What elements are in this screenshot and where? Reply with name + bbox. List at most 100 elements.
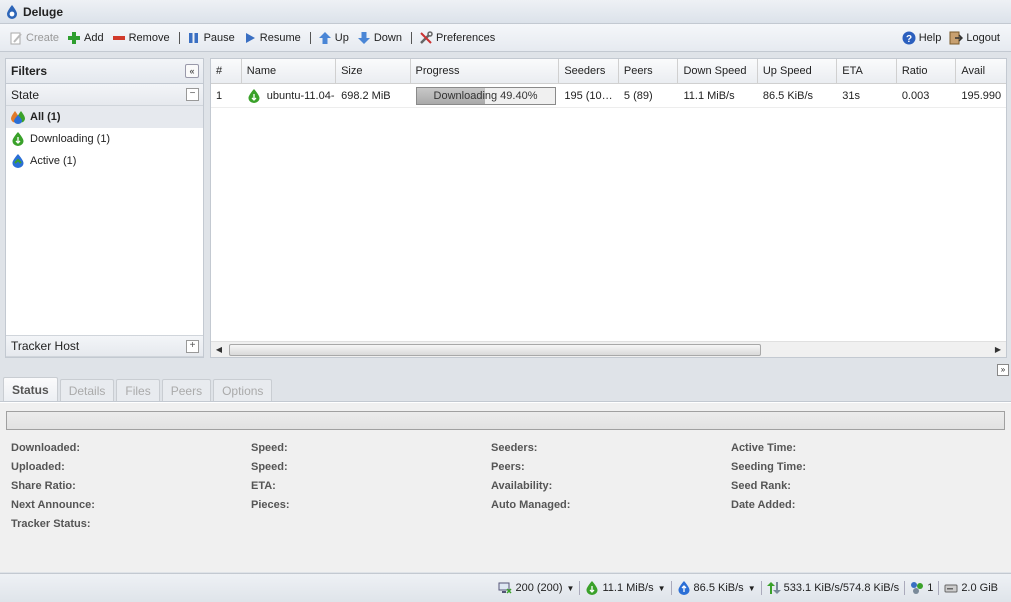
add-label: Add (84, 31, 104, 44)
seeders-label: Seeders: (491, 442, 538, 454)
details-column-4: Active Time: Seeding Time: Seed Rank: Da… (731, 442, 806, 518)
download-icon (586, 581, 598, 595)
toolbar-separator (178, 31, 180, 44)
arrow-down-icon (357, 31, 371, 45)
down-label: Down (373, 31, 402, 44)
horizontal-scrollbar[interactable]: ◀ ▶ (211, 341, 1006, 357)
filter-all[interactable]: All (1) (6, 106, 203, 128)
torrent-name: ubuntu-11.04- (266, 89, 335, 102)
collapse-details-icon[interactable]: » (997, 364, 1009, 376)
column-header-up-speed[interactable]: Up Speed (758, 59, 838, 83)
filter-active[interactable]: Active (1) (6, 150, 203, 172)
filters-panel: Filters « State − All (1) Downloading (1… (5, 58, 204, 358)
state-header-label: State (11, 87, 40, 102)
details-column-2: Speed: Speed: ETA: Pieces: (251, 442, 290, 518)
details-column-3: Seeders: Peers: Availability: Auto Manag… (491, 442, 570, 518)
traffic-icon (766, 582, 781, 594)
state-header[interactable]: State − (6, 84, 203, 106)
toolbar: Create Add Remove Pause Resume Up Down P… (0, 24, 1011, 52)
details-collapse-bar: » (0, 362, 1011, 378)
scroll-left-icon[interactable]: ◀ (213, 344, 225, 356)
tab-options[interactable]: Options (213, 379, 273, 401)
remove-button[interactable]: Remove (109, 27, 173, 49)
downloading-icon (12, 132, 24, 146)
column-header-ratio[interactable]: Ratio (897, 59, 957, 83)
status-details-panel: Downloaded: Uploaded: Share Ratio: Next … (0, 402, 1011, 572)
connections-value: 200 (200) (515, 582, 563, 594)
column-header-peers[interactable]: Peers (619, 59, 679, 83)
filter-all-label: All (1) (30, 111, 61, 123)
up-button[interactable]: Up (315, 27, 352, 49)
dht-status: 1 (905, 581, 938, 595)
tracker-host-label: Tracker Host (11, 339, 80, 353)
tab-status[interactable]: Status (3, 377, 58, 401)
traffic-value: 533.1 KiB/s/574.8 KiB/s (783, 582, 900, 594)
minus-icon (112, 31, 126, 45)
table-row[interactable]: 1 ubuntu-11.04- 698.2 MiB Downloading 49… (211, 84, 1006, 108)
toolbar-separator (410, 31, 412, 44)
scrollbar-thumb[interactable] (229, 344, 761, 356)
scroll-right-icon[interactable]: ▶ (992, 344, 1004, 356)
tab-files[interactable]: Files (116, 379, 160, 401)
column-header-number[interactable]: # (211, 59, 242, 83)
collapse-state-button[interactable]: − (186, 88, 199, 101)
downloading-icon (248, 88, 260, 103)
filter-downloading[interactable]: Downloading (1) (6, 128, 203, 150)
chevron-down-icon: ▼ (747, 583, 756, 593)
plus-icon (67, 31, 81, 45)
column-header-size[interactable]: Size (336, 59, 411, 83)
up-label: Up (334, 31, 349, 44)
peers-label: Peers: (491, 461, 525, 473)
torrent-ratio: 0.003 (901, 89, 930, 102)
torrent-size: 698.2 MiB (341, 89, 391, 102)
resume-label: Resume (259, 31, 301, 44)
expand-tracker-button[interactable]: + (186, 340, 199, 353)
column-header-name[interactable]: Name (242, 59, 337, 83)
torrent-number: 1 (216, 89, 223, 102)
download-speed-status[interactable]: 11.1 MiB/s ▼ (580, 581, 670, 595)
connections-status[interactable]: 200 (200) ▼ (493, 581, 579, 595)
pause-button[interactable]: Pause (184, 27, 238, 49)
traffic-status: 533.1 KiB/s/574.8 KiB/s (762, 581, 905, 595)
deluge-logo-icon (7, 4, 17, 19)
column-header-down-speed[interactable]: Down Speed (678, 59, 758, 83)
help-label: Help (918, 32, 942, 44)
availability-label: Availability: (491, 480, 553, 492)
preferences-button[interactable]: Preferences (416, 27, 498, 49)
logout-icon (949, 31, 964, 45)
column-header-avail[interactable]: Avail (956, 59, 1006, 83)
torrent-eta: 31s (842, 89, 860, 102)
column-header-seeders[interactable]: Seeders (559, 59, 619, 83)
column-header-eta[interactable]: ETA (837, 59, 897, 83)
torrent-down-speed: 11.1 MiB/s (683, 89, 735, 102)
pieces-label: Pieces: (251, 499, 290, 511)
seed-rank-label: Seed Rank: (731, 480, 791, 492)
column-header-progress[interactable]: Progress (411, 59, 560, 83)
add-button[interactable]: Add (64, 27, 107, 49)
upload-speed-status[interactable]: 86.5 KiB/s ▼ (672, 581, 761, 595)
tab-peers[interactable]: Peers (161, 379, 212, 401)
dht-nodes-icon (911, 582, 924, 594)
help-icon: ? (902, 31, 916, 45)
filter-downloading-label: Downloading (1) (30, 133, 111, 145)
tab-details[interactable]: Details (59, 379, 115, 401)
create-button[interactable]: Create (6, 27, 62, 49)
eta-label: ETA: (251, 480, 276, 492)
dht-value: 1 (927, 582, 934, 594)
down-button[interactable]: Down (354, 27, 405, 49)
status-bar: 200 (200) ▼ 11.1 MiB/s ▼ 86.5 KiB/s ▼ 53… (0, 573, 1011, 602)
torrent-avail: 195.990 (961, 89, 1002, 102)
app-title: Deluge (23, 4, 64, 19)
details-progress-bar (6, 411, 1005, 430)
active-icon (12, 154, 24, 168)
collapse-left-icon[interactable]: « (185, 64, 199, 78)
logout-button[interactable]: Logout (946, 27, 1003, 49)
torrent-up-speed: 86.5 KiB/s (762, 89, 813, 102)
share-ratio-label: Share Ratio: (11, 480, 76, 492)
resume-button[interactable]: Resume (240, 27, 304, 49)
help-button[interactable]: ? Help (899, 27, 945, 49)
free-space-status: 2.0 GiB (939, 581, 1003, 595)
torrent-name-cell: ubuntu-11.04- (242, 84, 336, 107)
toolbar-separator (309, 31, 311, 44)
tracker-host-header[interactable]: Tracker Host + (6, 335, 203, 357)
